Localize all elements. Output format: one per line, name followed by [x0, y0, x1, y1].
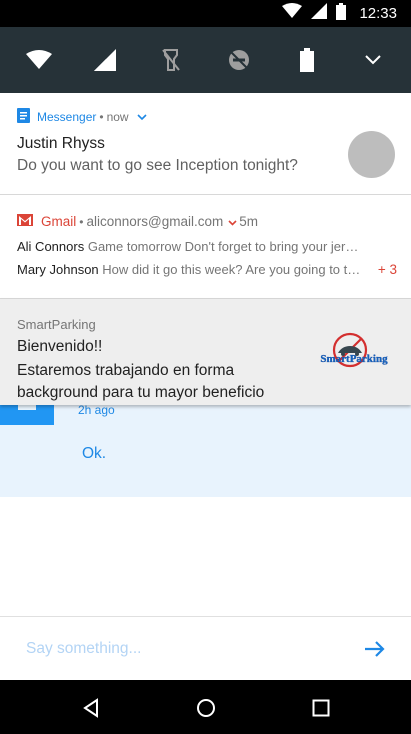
chat-message-time: 2h ago [78, 403, 115, 417]
gmail-more-count: + 3 [377, 262, 397, 277]
home-icon [197, 699, 215, 717]
messenger-notification[interactable]: Messenger • now Justin Rhyss Do you want… [0, 93, 411, 195]
back-icon [83, 698, 98, 718]
signal-tile-icon[interactable] [92, 47, 118, 73]
gmail-line-2: Mary Johnson How did it go this week? Ar… [17, 262, 362, 277]
header-separator: • [99, 110, 104, 124]
recents-icon [312, 699, 330, 717]
message-composer [0, 617, 411, 680]
chat-message-area [0, 405, 411, 497]
wifi-tile-icon[interactable] [26, 47, 52, 73]
messenger-app-icon [17, 108, 30, 126]
header-separator: • [79, 214, 84, 229]
status-icons: 12:33 [282, 2, 397, 25]
gmail-icon [17, 214, 33, 229]
svg-text:SmartParking: SmartParking [320, 353, 388, 365]
smartparking-logo: SmartParking [312, 331, 396, 371]
messenger-notification-header: Messenger • now [17, 108, 147, 126]
send-button[interactable] [362, 637, 388, 661]
smartparking-title: Bienvenido!! [17, 338, 103, 355]
expand-chevron-icon[interactable] [137, 110, 147, 124]
expand-chevron-icon[interactable] [228, 215, 237, 229]
chat-message-text: Ok. [82, 445, 107, 462]
messenger-app-name: Messenger [37, 110, 97, 124]
signal-icon [311, 3, 328, 24]
smartparking-notification[interactable]: SmartParking Bienvenido!! Estaremos trab… [0, 299, 411, 405]
smartparking-text: Estaremos trabajando en forma background… [17, 362, 265, 401]
recents-button[interactable] [308, 695, 334, 721]
battery-icon [336, 2, 347, 25]
messenger-time: now [106, 110, 129, 124]
smartparking-app-name: SmartParking [17, 317, 96, 332]
do-not-disturb-icon[interactable] [226, 47, 252, 73]
gmail-notification-header: Gmail • aliconnors@gmail.com 5m [17, 214, 258, 229]
screen: 12:33 2h ago Ok. Messenger • now Justin … [0, 0, 411, 734]
navigation-bar [0, 680, 411, 734]
battery-tile-icon[interactable] [294, 47, 320, 73]
status-time: 12:33 [359, 5, 397, 22]
gmail-line-2-text: How did it go this week? Are you going t… [102, 262, 362, 277]
gmail-line-1-sender: Ali Connors [17, 239, 85, 254]
status-bar: 12:33 [0, 0, 411, 27]
send-arrow-icon [365, 641, 385, 657]
gmail-line-2-sender: Mary Johnson [17, 262, 99, 277]
gmail-account: aliconnors@gmail.com [86, 214, 224, 229]
chevron-down-icon[interactable] [360, 47, 386, 73]
gmail-notification[interactable]: Gmail • aliconnors@gmail.com 5m Ali Conn… [0, 195, 411, 299]
wifi-icon [282, 3, 303, 24]
gmail-app-name: Gmail [41, 214, 77, 229]
gmail-time: 5m [239, 214, 258, 229]
gmail-line-1-text: Game tomorrow Don't forget to bring your… [87, 239, 362, 254]
message-input[interactable] [26, 637, 346, 661]
gmail-line-1: Ali Connors Game tomorrow Don't forget t… [17, 239, 362, 254]
chat-avatar [0, 405, 54, 425]
quick-settings-panel [0, 27, 411, 93]
messenger-sender: Justin Rhyss [17, 135, 105, 152]
back-button[interactable] [78, 695, 104, 721]
avatar [348, 131, 395, 178]
flashlight-off-icon[interactable] [158, 47, 184, 73]
home-button[interactable] [193, 695, 219, 721]
messenger-message: Do you want to go see Inception tonight? [17, 157, 298, 174]
